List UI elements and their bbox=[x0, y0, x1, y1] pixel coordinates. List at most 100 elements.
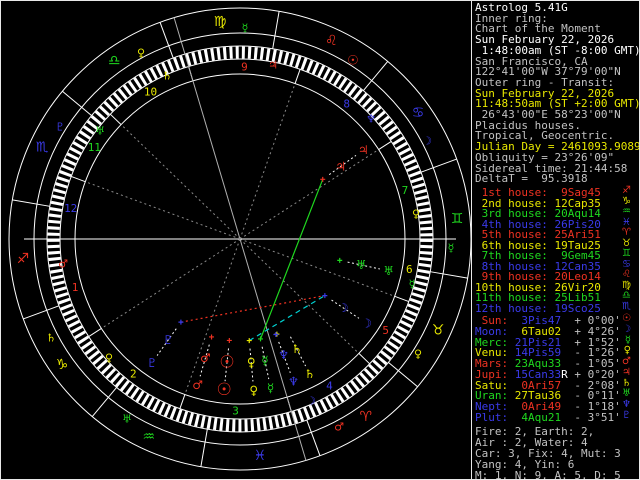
pluto-outer-ring-icon: ♇ bbox=[147, 356, 158, 370]
saturn-outer-ring-icon: ♄ bbox=[304, 367, 315, 381]
house-number: 10 bbox=[144, 86, 157, 99]
aspect-line bbox=[248, 295, 326, 342]
house-number: 12 bbox=[64, 202, 77, 215]
neptune-position-dot bbox=[273, 331, 279, 337]
aspect-line bbox=[180, 295, 325, 323]
house-number: 11 bbox=[88, 141, 101, 154]
jupiter-outer-ring-icon: ♃ bbox=[358, 143, 369, 157]
header-line: DeltaT = 95.3918 bbox=[475, 172, 588, 186]
chart-point-icon: ♀ bbox=[105, 352, 113, 365]
house-number: 9 bbox=[241, 61, 248, 74]
aquarius-sign-icon: ♒ bbox=[142, 429, 155, 445]
house-number: 6 bbox=[406, 263, 413, 276]
sign-boundary bbox=[12, 199, 50, 207]
neptune-outer-ring-icon: ♆ bbox=[288, 374, 299, 388]
uranus-inner-ring-icon: ♅ bbox=[356, 258, 367, 272]
chart-point-icon: ☽ bbox=[422, 135, 432, 148]
venus-position-dot bbox=[246, 338, 252, 344]
pisces-sign-icon: ♓ bbox=[254, 448, 267, 464]
sign-boundary bbox=[420, 158, 457, 173]
cusp-band-segment bbox=[294, 69, 301, 84]
chart-point-icon: ♀ bbox=[414, 348, 422, 361]
sign-boundary bbox=[430, 271, 468, 279]
chart-point-icon: ♅ bbox=[95, 125, 105, 138]
moon-outer-ring-icon: ☽ bbox=[361, 316, 372, 330]
chart-point-icon: ♄ bbox=[46, 332, 56, 345]
mars-position-dot bbox=[209, 334, 215, 340]
sign-boundary bbox=[388, 362, 418, 388]
retrograde-flag bbox=[561, 411, 568, 424]
cusp-band-segment bbox=[88, 328, 102, 338]
chart-point-icon: ☿ bbox=[242, 22, 249, 35]
info-panel: Astrolog 5.41G Inner ring: Chart of the Mo… bbox=[475, 1, 639, 480]
house-number: 2 bbox=[130, 367, 137, 380]
house-row: 12th house: 19Sco25 ♏ bbox=[475, 301, 635, 315]
capricorn-sign-icon: ♑ bbox=[56, 357, 69, 373]
scorpio-sign-icon: ♏ bbox=[36, 140, 49, 156]
house-number: 3 bbox=[232, 404, 239, 417]
jupiter-position-dot bbox=[320, 176, 326, 182]
house-number: 1 bbox=[72, 281, 79, 294]
chart-point-icon: ☿ bbox=[448, 242, 455, 255]
house-cusp-line bbox=[85, 181, 241, 240]
house-number: 5 bbox=[382, 324, 389, 337]
cusp-band-segment bbox=[394, 295, 409, 303]
chart-point-icon: ☽ bbox=[306, 395, 316, 408]
chart-point-icon: ♅ bbox=[122, 413, 132, 426]
sign-boundary bbox=[23, 305, 60, 320]
cusp-band-segment bbox=[358, 353, 371, 365]
house-cusp-line bbox=[239, 238, 395, 297]
plut-icon: ♇ bbox=[622, 409, 631, 421]
cusp-band-segment bbox=[179, 394, 186, 409]
sun-inner-ring-icon: ☉ bbox=[219, 352, 234, 372]
sun-position-dot bbox=[226, 337, 232, 343]
cusp-band-segment bbox=[378, 140, 392, 150]
chart-point-icon: ☉ bbox=[347, 54, 359, 69]
planet-text: Plut: 4Aqu21 - 3°51' bbox=[475, 411, 621, 424]
virgo-sign-icon: ♍ bbox=[214, 14, 227, 30]
planet-label: Plut: bbox=[475, 410, 509, 424]
taurus-sign-icon: ♉ bbox=[432, 322, 445, 338]
summary-line: M: 1, N: 9, A: 5, D: 5 bbox=[475, 469, 621, 480]
chart-point-icon: ♇ bbox=[55, 121, 65, 134]
sign-boundary bbox=[62, 90, 92, 116]
house-number: 7 bbox=[402, 184, 409, 197]
libra-sign-icon: ♎ bbox=[108, 53, 121, 69]
neptune-inner-ring-icon: ♆ bbox=[278, 348, 289, 362]
panel-divider bbox=[471, 1, 472, 479]
mars-outer-ring-icon: ♂ bbox=[192, 378, 203, 392]
uranus-position-dot bbox=[337, 257, 343, 263]
sign-boundary bbox=[363, 61, 389, 91]
planet-position: 4Aqu21 bbox=[508, 410, 562, 424]
moon-inner-ring-icon: ☽ bbox=[338, 301, 349, 315]
mercury-position-dot bbox=[258, 336, 264, 342]
sun-outer-ring-icon: ☉ bbox=[216, 380, 231, 400]
moon-position-dot bbox=[322, 293, 328, 299]
jupiter-inner-ring-icon: ♃ bbox=[335, 159, 346, 173]
sign-boundary bbox=[306, 419, 321, 456]
chart-point-icon: ☿ bbox=[409, 278, 416, 291]
sign-boundary bbox=[200, 429, 208, 467]
aries-sign-icon: ♈ bbox=[360, 409, 373, 425]
chart-point-icon: ♂ bbox=[58, 258, 68, 271]
pluto-position-dot bbox=[178, 319, 184, 325]
mars-inner-ring-icon: ♂ bbox=[200, 351, 211, 365]
uranus-outer-ring-icon: ♅ bbox=[383, 264, 394, 278]
house-number: 4 bbox=[326, 379, 333, 392]
chart-wheel: ♈♉♊♋♌♍♎♏♐♑♒♓123456789101112☉☉☽☽☿☿♀♀♂♂♃♃♄… bbox=[8, 7, 472, 471]
astrolog-window: ♈ ♉ ♊ ♋ ♌ ♍ ♎ ♏ ♐ ♑ ♒ ♓ 1 2 3 4 5 6 7 8 9 10 11 12 ☉ ☉ ☽ ☽ ☿ ☿ ♀ ♀ ♂ ♂ ♃ ♃ ♄… bbox=[0, 0, 640, 480]
planet-row: Plut: 4Aqu21 - 3°51' ♇ bbox=[475, 409, 635, 424]
cusp-band-segment bbox=[71, 175, 86, 183]
house-cusp-line bbox=[239, 238, 360, 354]
house-cusp-line bbox=[101, 238, 241, 329]
gemini-sign-icon: ♊ bbox=[451, 211, 464, 227]
saturn-inner-ring-icon: ♄ bbox=[291, 342, 302, 356]
planet-velocity: - 3°51' bbox=[567, 410, 621, 424]
chart-point-icon: ♂ bbox=[334, 421, 344, 434]
leo-sign-icon: ♌ bbox=[325, 33, 338, 49]
chart-point-icon: ♆ bbox=[366, 113, 376, 126]
house-number: 8 bbox=[343, 98, 350, 111]
mercury-outer-ring-icon: ☿ bbox=[267, 381, 274, 395]
venus-inner-ring-icon: ♀ bbox=[247, 355, 256, 369]
sagittarius-sign-icon: ♐ bbox=[17, 251, 30, 267]
